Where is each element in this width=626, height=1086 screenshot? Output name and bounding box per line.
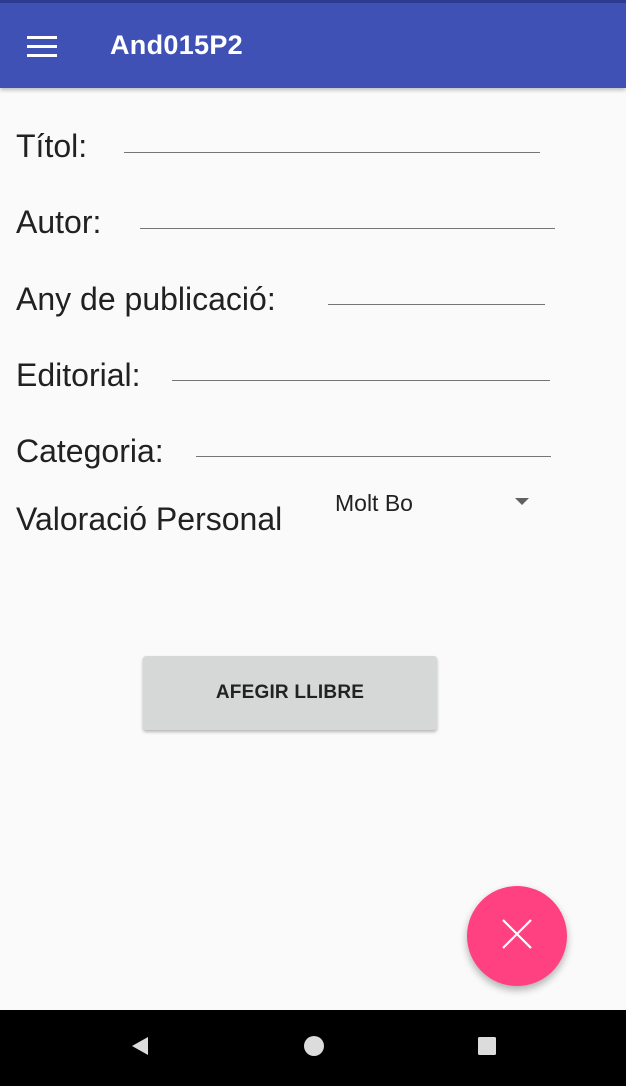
category-input[interactable] [196, 432, 551, 457]
year-input[interactable] [328, 280, 545, 305]
title-label: Títol: [16, 128, 88, 164]
nav-back-button[interactable] [110, 1028, 170, 1068]
recents-square-icon [477, 1036, 497, 1061]
add-book-button[interactable]: AFEGIR LLIBRE [143, 656, 437, 730]
author-label: Autor: [16, 204, 102, 240]
publisher-input[interactable] [172, 356, 550, 381]
nav-recents-button[interactable] [457, 1028, 517, 1068]
close-fab-button[interactable] [467, 886, 567, 986]
category-label: Categoria: [16, 433, 164, 469]
title-input[interactable] [124, 128, 540, 153]
system-nav-bar [0, 1010, 626, 1086]
close-icon [500, 917, 534, 956]
dropdown-arrow-icon [515, 498, 529, 505]
rating-spinner[interactable]: Molt Bo [322, 478, 540, 526]
author-input[interactable] [140, 204, 555, 229]
year-label: Any de publicació: [16, 281, 276, 317]
home-circle-icon [303, 1035, 325, 1062]
rating-selected-value: Molt Bo [335, 490, 413, 516]
app-bar: And015P2 [0, 0, 626, 88]
back-triangle-icon [130, 1036, 150, 1061]
app-title: And015P2 [110, 30, 243, 60]
rating-label: Valoració Personal [16, 501, 283, 537]
nav-home-button[interactable] [284, 1028, 344, 1068]
menu-button[interactable] [18, 25, 66, 69]
publisher-label: Editorial: [16, 357, 141, 393]
hamburger-menu-icon [27, 36, 57, 58]
